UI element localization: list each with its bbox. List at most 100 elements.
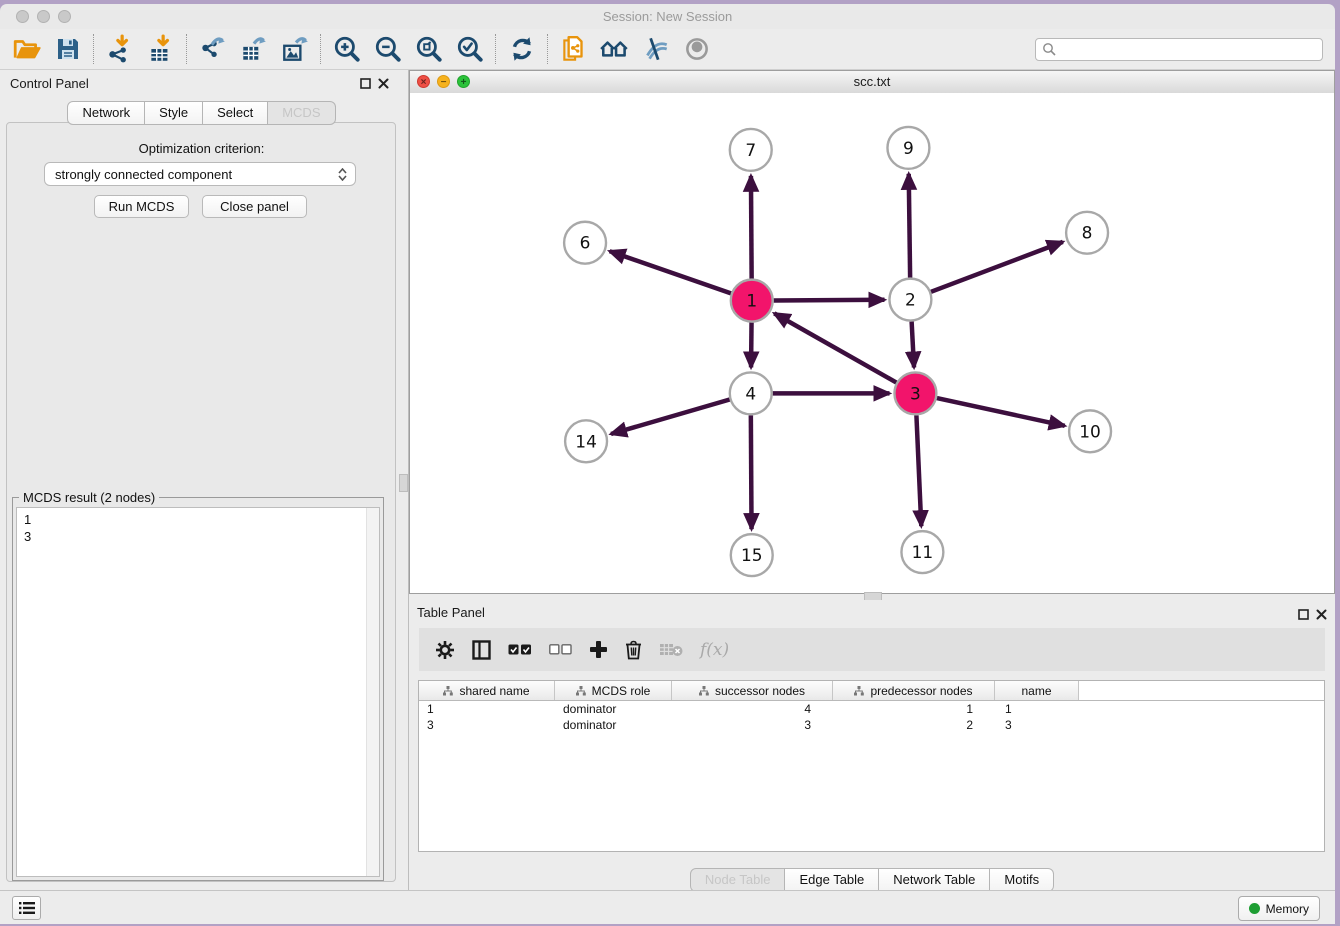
show-all-icon[interactable] [594, 32, 635, 66]
graph-edge-1-2[interactable] [774, 300, 885, 301]
close-table-panel-icon[interactable] [1316, 609, 1327, 620]
network-column-icon [443, 686, 453, 696]
graph-node-label: 14 [575, 431, 597, 451]
close-panel-button[interactable]: Close panel [202, 195, 307, 218]
tab-edge-table[interactable]: Edge Table [785, 868, 879, 892]
open-session-icon[interactable] [6, 32, 47, 66]
table-row[interactable]: 3 dominator 3 2 3 [419, 717, 1324, 733]
zoom-in-icon[interactable] [326, 32, 367, 66]
control-panel-tabs: Network Style Select MCDS [0, 101, 403, 125]
delete-columns-icon[interactable] [625, 640, 642, 660]
table-toolbar: f(x) [419, 628, 1325, 671]
graph-node-label: 2 [905, 290, 916, 310]
graph-edge-3-11[interactable] [916, 415, 921, 526]
export-network-icon[interactable] [192, 32, 233, 66]
cell-shared-name: 1 [419, 701, 555, 717]
table-panel-tabs: Node Table Edge Table Network Table Moti… [409, 868, 1335, 892]
graph-edge-4-15[interactable] [751, 415, 752, 529]
network-window: × − + scc.txt [409, 70, 1335, 594]
network-window-titlebar: × − + scc.txt [410, 71, 1334, 94]
tab-motifs[interactable]: Motifs [990, 868, 1054, 892]
column-header-successor-nodes[interactable]: successor nodes [672, 681, 833, 700]
tab-network[interactable]: Network [67, 101, 145, 125]
network-close-button[interactable]: × [417, 75, 430, 88]
hide-selected-icon[interactable] [635, 32, 676, 66]
column-header-mcds-role[interactable]: MCDS role [555, 681, 672, 700]
memory-button[interactable]: Memory [1238, 896, 1320, 921]
graph-edge-1-6[interactable] [610, 251, 731, 293]
cell-name: 3 [995, 717, 1079, 733]
zoom-out-icon[interactable] [367, 32, 408, 66]
list-icon [19, 901, 35, 915]
graph-node-label: 9 [903, 138, 914, 158]
network-column-icon [576, 686, 586, 696]
clone-network-icon[interactable] [553, 32, 594, 66]
graph-edge-3-10[interactable] [937, 398, 1065, 426]
refresh-view-icon[interactable] [501, 32, 542, 66]
app-titlebar: Session: New Session [0, 4, 1335, 29]
main-toolbar [0, 29, 1335, 70]
vertical-splitter-handle[interactable] [399, 474, 408, 492]
column-browser-icon[interactable] [472, 640, 491, 660]
search-icon [1042, 42, 1056, 56]
criterion-select[interactable]: strongly connected component [44, 162, 356, 186]
tab-mcds[interactable]: MCDS [268, 101, 335, 125]
unselect-all-columns-icon[interactable] [549, 644, 572, 655]
close-window-button[interactable] [16, 10, 29, 23]
graph-edge-2-9[interactable] [909, 174, 910, 278]
close-panel-icon[interactable] [378, 78, 389, 89]
maximize-window-button[interactable] [58, 10, 71, 23]
minimize-window-button[interactable] [37, 10, 50, 23]
graph-edge-3-1[interactable] [774, 313, 896, 382]
select-all-columns-icon[interactable] [508, 644, 532, 656]
table-row[interactable]: 1 dominator 4 1 1 [419, 701, 1324, 717]
run-mcds-button[interactable]: Run MCDS [94, 195, 189, 218]
chevron-up-down-icon [338, 168, 347, 181]
column-header-predecessor-nodes[interactable]: predecessor nodes [833, 681, 995, 700]
import-network-icon[interactable] [99, 32, 140, 66]
main-area: Control Panel Network Style Select MCDS … [0, 70, 1335, 891]
status-bar: Memory [0, 890, 1335, 924]
zoom-selected-icon[interactable] [449, 32, 490, 66]
task-history-button[interactable] [12, 896, 41, 920]
tab-node-table[interactable]: Node Table [690, 868, 786, 892]
graph-edge-2-8[interactable] [931, 242, 1063, 292]
column-header-name[interactable]: name [995, 681, 1079, 700]
graph-edge-1-7[interactable] [751, 176, 752, 279]
network-graph: 7968124314101511 [410, 93, 1334, 593]
graph-edge-4-14[interactable] [611, 399, 730, 434]
graph-node-label: 1 [746, 291, 757, 311]
import-table-icon[interactable] [140, 32, 181, 66]
mcds-result-group: MCDS result (2 nodes) 1 3 [12, 497, 384, 881]
network-column-icon [854, 686, 864, 696]
toolbar-separator [547, 34, 548, 64]
table-options-icon[interactable] [435, 640, 455, 660]
column-header-shared-name[interactable]: shared name [419, 681, 555, 700]
memory-status-icon [1249, 903, 1260, 914]
zoom-fit-icon[interactable] [408, 32, 449, 66]
result-scrollbar[interactable] [366, 508, 379, 876]
add-column-icon[interactable] [589, 640, 608, 659]
float-panel-icon[interactable] [360, 78, 371, 89]
cell-mcds-role: dominator [555, 701, 672, 717]
save-session-icon[interactable] [47, 32, 88, 66]
graph-edge-2-3[interactable] [912, 322, 914, 368]
toolbar-separator [186, 34, 187, 64]
show-hidden-icon[interactable] [676, 32, 717, 66]
tab-select[interactable]: Select [203, 101, 268, 125]
tab-network-table[interactable]: Network Table [879, 868, 990, 892]
function-builder-icon: f(x) [700, 640, 729, 660]
search-input[interactable] [1060, 41, 1316, 57]
float-table-panel-icon[interactable] [1298, 609, 1309, 620]
export-table-icon[interactable] [233, 32, 274, 66]
network-minimize-button[interactable]: − [437, 75, 450, 88]
mcds-result-area[interactable]: 1 3 [16, 507, 380, 877]
graph-node-label: 6 [580, 233, 591, 253]
window-controls [16, 10, 71, 23]
export-image-icon[interactable] [274, 32, 315, 66]
graph-node-label: 10 [1079, 421, 1101, 441]
cell-predecessor-nodes: 1 [833, 701, 995, 717]
network-maximize-button[interactable]: + [457, 75, 470, 88]
tab-style[interactable]: Style [145, 101, 203, 125]
network-canvas[interactable]: 7968124314101511 [410, 93, 1334, 593]
